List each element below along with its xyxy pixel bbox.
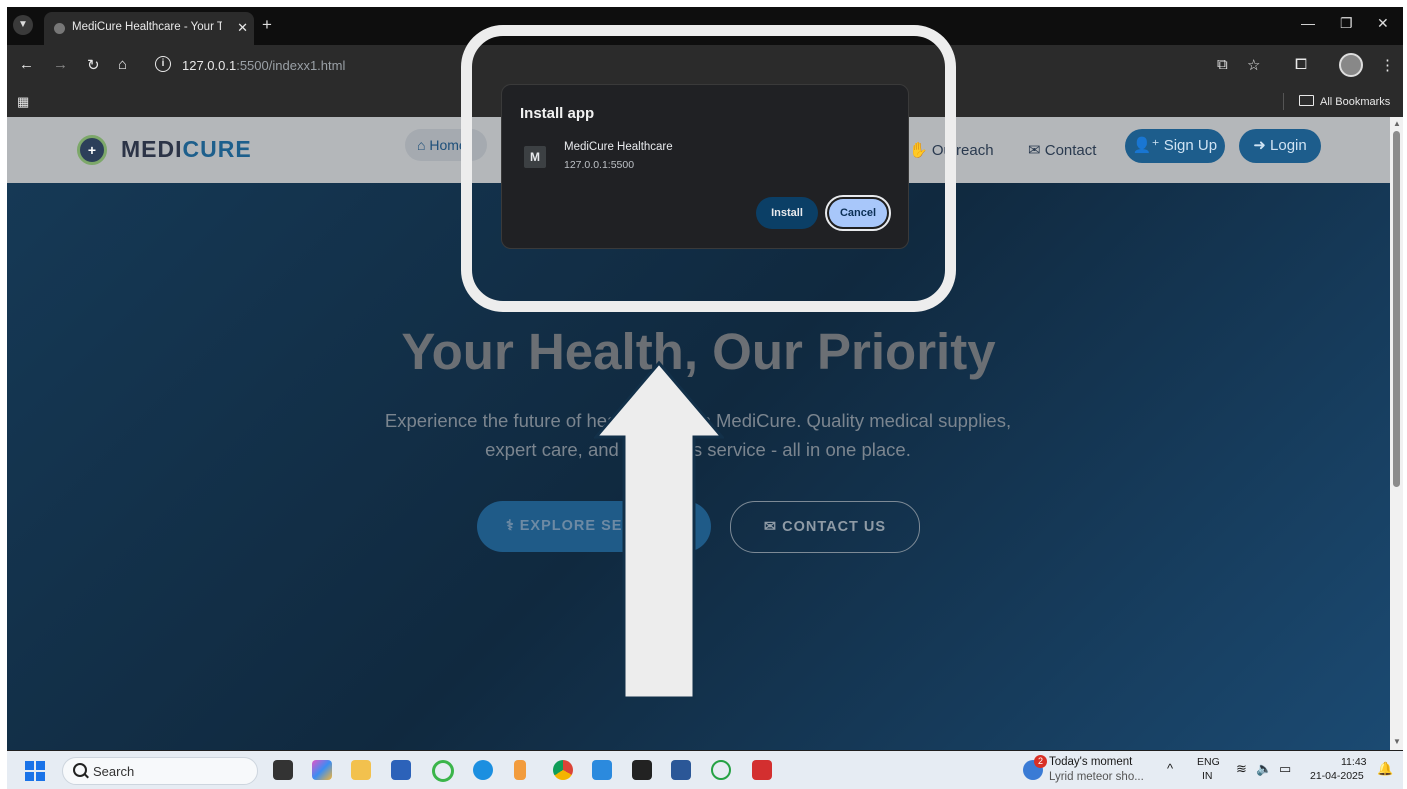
- home-nav-icon: ⌂: [417, 137, 430, 153]
- contact-us-button[interactable]: ✉ CONTACT US: [730, 501, 920, 553]
- scroll-down-icon[interactable]: ▼: [1393, 737, 1401, 746]
- url-host: 127.0.0.1: [182, 58, 237, 73]
- news-subtitle[interactable]: Lyrid meteor sho...: [1049, 771, 1144, 783]
- acrobat-icon[interactable]: [752, 760, 772, 780]
- tab-title: MediCure Healthcare - Your Tru: [72, 21, 222, 33]
- vscode-icon[interactable]: [592, 760, 612, 780]
- copilot-icon[interactable]: [312, 760, 332, 780]
- new-tab-button[interactable]: +: [262, 15, 272, 35]
- close-window-icon[interactable]: ✕: [1377, 15, 1389, 32]
- signup-button[interactable]: 👤⁺ Sign Up: [1125, 129, 1225, 163]
- notification-bell-icon[interactable]: 🔔: [1377, 761, 1393, 777]
- app-ring-icon[interactable]: [432, 760, 454, 782]
- up-arrow-annotation: [594, 361, 724, 700]
- contact-us-label: CONTACT US: [782, 519, 887, 535]
- install-app-icon[interactable]: ⧉: [1217, 56, 1228, 73]
- nav-contact[interactable]: ✉ Contact: [1028, 141, 1096, 159]
- minimize-icon[interactable]: —: [1301, 15, 1315, 31]
- taskbar: Search 2 Today's moment Lyrid meteor sho…: [7, 751, 1403, 789]
- forward-icon[interactable]: →: [53, 56, 68, 73]
- user-plus-icon: 👤⁺: [1132, 137, 1160, 154]
- site-info-icon[interactable]: i: [155, 56, 171, 72]
- chevron-up-icon[interactable]: ^: [1167, 761, 1173, 776]
- favicon-icon: [54, 23, 65, 34]
- whatsapp-icon[interactable]: [711, 760, 731, 780]
- clock-date[interactable]: 21-04-2025: [1310, 770, 1364, 782]
- app-orange-icon[interactable]: [514, 760, 526, 780]
- app-origin: 127.0.0.1:5500: [564, 159, 635, 171]
- app-icon: M: [524, 146, 546, 168]
- cancel-button[interactable]: Cancel: [825, 195, 891, 231]
- volume-icon[interactable]: 🔈: [1256, 761, 1272, 777]
- edge-icon[interactable]: [473, 760, 493, 780]
- store-icon[interactable]: [391, 760, 411, 780]
- menu-kebab-icon[interactable]: ⋮: [1380, 56, 1395, 74]
- windows-start-icon[interactable]: [25, 761, 45, 781]
- wifi-icon[interactable]: ≋: [1236, 761, 1247, 777]
- envelope-icon: ✉: [763, 519, 778, 535]
- bookmark-star-icon[interactable]: ☆: [1247, 56, 1260, 74]
- scrollbar-thumb[interactable]: [1393, 131, 1400, 487]
- taskbar-search[interactable]: Search: [62, 757, 258, 785]
- news-title[interactable]: Today's moment: [1049, 756, 1132, 768]
- battery-icon[interactable]: ▭: [1279, 761, 1291, 777]
- language-region[interactable]: IN: [1202, 770, 1213, 782]
- install-app-dialog: Install app M MediCure Healthcare 127.0.…: [501, 84, 909, 249]
- app-dark-icon[interactable]: [632, 760, 652, 780]
- tab-close-icon[interactable]: ✕: [237, 20, 248, 36]
- apps-grid-icon[interactable]: ▦: [17, 94, 29, 110]
- site-logo[interactable]: MEDICURE: [121, 136, 252, 163]
- scroll-up-icon[interactable]: ▲: [1393, 119, 1401, 128]
- logo-part-1: MEDI: [121, 136, 183, 162]
- clock-time[interactable]: 11:43: [1341, 756, 1367, 768]
- home-icon[interactable]: ⌂: [118, 56, 127, 73]
- medicure-logo-icon[interactable]: +: [77, 135, 107, 165]
- extensions-icon[interactable]: ⧠: [1295, 56, 1307, 73]
- envelope-icon: ✉: [1028, 142, 1041, 159]
- login-label: Login: [1270, 137, 1307, 154]
- signup-label: Sign Up: [1163, 137, 1218, 154]
- up-arrow-shape: [594, 361, 724, 700]
- search-icon: [73, 763, 87, 777]
- stethoscope-icon: ⚕: [505, 518, 515, 534]
- nav-contact-label: Contact: [1044, 142, 1097, 159]
- bookmarks-divider: [1283, 93, 1284, 110]
- restore-icon[interactable]: ❐: [1340, 15, 1353, 32]
- tab-search-icon[interactable]: ▼: [13, 15, 33, 35]
- page-scrollbar[interactable]: ▲ ▼: [1390, 117, 1403, 750]
- back-icon[interactable]: ←: [19, 56, 34, 73]
- profile-avatar[interactable]: [1339, 53, 1363, 77]
- task-view-icon[interactable]: [273, 760, 293, 780]
- install-button[interactable]: Install: [756, 197, 818, 229]
- logo-part-2: CURE: [182, 136, 252, 162]
- cancel-label: Cancel: [829, 199, 887, 227]
- url-path: :5500/indexx1.html: [236, 58, 346, 73]
- app-name: MediCure Healthcare: [564, 141, 673, 153]
- login-button[interactable]: ➜ Login: [1239, 129, 1321, 163]
- search-label: Search: [93, 764, 135, 779]
- reload-icon[interactable]: ↻: [87, 56, 100, 74]
- word-icon[interactable]: [671, 760, 691, 780]
- folder-icon: [1299, 95, 1314, 106]
- all-bookmarks-label: All Bookmarks: [1320, 96, 1391, 108]
- all-bookmarks-button[interactable]: All Bookmarks: [1299, 95, 1390, 108]
- login-arrow-icon: ➜: [1253, 137, 1266, 154]
- active-tab[interactable]: MediCure Healthcare - Your Tru ✕: [44, 12, 254, 45]
- address-bar[interactable]: 127.0.0.1:5500/indexx1.html: [182, 58, 345, 73]
- language-code[interactable]: ENG: [1197, 756, 1220, 768]
- news-badge: 2: [1034, 755, 1047, 768]
- chrome-icon[interactable]: [553, 760, 573, 780]
- file-explorer-icon[interactable]: [351, 760, 371, 780]
- dialog-title: Install app: [520, 105, 595, 122]
